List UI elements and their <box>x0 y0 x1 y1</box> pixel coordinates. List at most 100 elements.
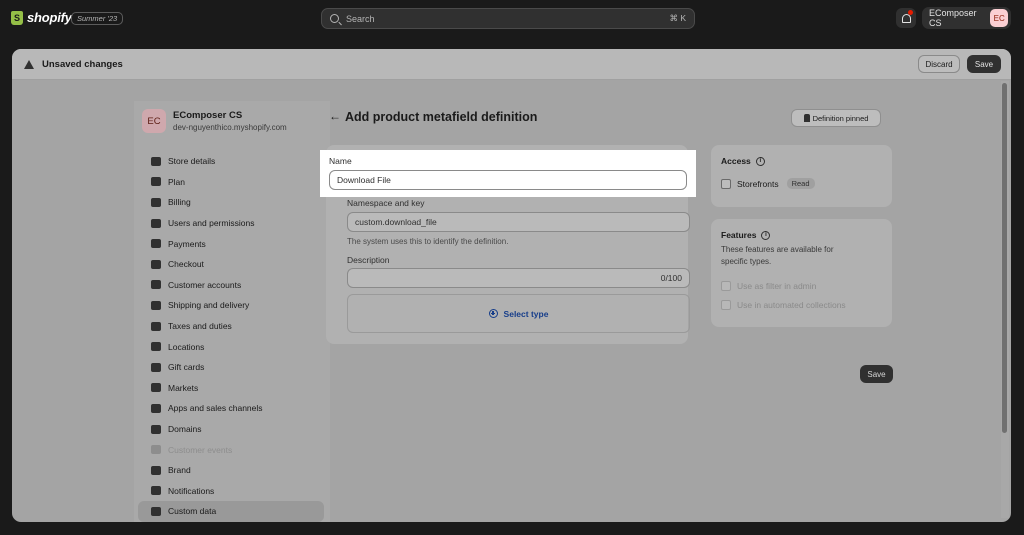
search-input[interactable]: Search ⌘ K <box>321 8 695 29</box>
name-label: Name <box>329 156 352 166</box>
sidebar-item-markets[interactable]: Markets <box>138 378 324 399</box>
access-card: Access i Storefronts Read <box>711 145 892 207</box>
sidebar-item-label: Taxes and duties <box>168 321 232 332</box>
read-badge: Read <box>786 178 815 189</box>
sidebar-item-apps-and-sales-channels[interactable]: Apps and sales channels <box>138 398 324 419</box>
pin-icon <box>803 114 810 122</box>
location-icon <box>151 342 161 352</box>
sidebar-item-label: Payments <box>168 238 206 249</box>
top-bar: S shopify Summer '23 Search ⌘ K ECompose… <box>0 0 1024 36</box>
automated-collections-checkbox[interactable] <box>721 300 731 310</box>
sidebar-item-billing[interactable]: Billing <box>138 192 324 213</box>
save-button-bottom[interactable]: Save <box>860 365 893 383</box>
namespace-label: Namespace and key <box>347 198 425 208</box>
store-avatar: EC <box>142 109 166 133</box>
globe-icon <box>151 424 161 434</box>
sidebar-item-gift-cards[interactable]: Gift cards <box>138 357 324 378</box>
bell-icon <box>151 486 161 496</box>
brand-icon <box>151 465 161 475</box>
page-title: Add product metafield definition <box>345 110 538 124</box>
definition-pinned-button[interactable]: Definition pinned <box>791 109 881 127</box>
access-title: Access <box>721 156 751 166</box>
truck-icon <box>151 300 161 310</box>
store-icon <box>151 156 161 166</box>
search-shortcut: ⌘ K <box>669 13 686 23</box>
plus-circle-icon <box>488 309 498 318</box>
shopify-bag-icon: S <box>11 10 23 25</box>
sidebar-item-label: Billing <box>168 197 191 208</box>
warning-icon <box>24 59 34 69</box>
select-type-label: Select type <box>503 308 549 319</box>
namespace-input[interactable]: custom.download_file <box>347 212 690 232</box>
sidebar-item-label: Checkout <box>168 259 204 270</box>
globe-icon <box>151 383 161 393</box>
description-input[interactable]: 0/100 <box>347 268 690 288</box>
logo-text: shopify <box>27 10 72 25</box>
back-arrow-icon[interactable]: ← <box>329 109 341 123</box>
sidebar-item-shipping-and-delivery[interactable]: Shipping and delivery <box>138 295 324 316</box>
sidebar-item-label: Users and permissions <box>168 218 255 229</box>
plan-icon <box>151 177 161 187</box>
info-icon[interactable]: i <box>755 156 765 166</box>
sidebar-item-label: Domains <box>168 424 202 435</box>
sidebar-item-plan[interactable]: Plan <box>138 172 324 193</box>
shopify-logo[interactable]: S shopify <box>11 10 72 25</box>
cart-icon <box>151 259 161 269</box>
scrollbar[interactable] <box>1001 81 1009 518</box>
description-label: Description <box>347 255 390 265</box>
filter-in-admin-label: Use as filter in admin <box>737 281 817 291</box>
save-button[interactable]: Save <box>967 55 1001 73</box>
sidebar-item-label: Notifications <box>168 485 215 496</box>
info-icon[interactable]: i <box>761 230 771 240</box>
sidebar-item-customer-accounts[interactable]: Customer accounts <box>138 275 324 296</box>
sidebar-item-label: Shipping and delivery <box>168 300 250 311</box>
unsaved-title: Unsaved changes <box>42 58 123 70</box>
description-counter: 0/100 <box>660 273 682 283</box>
sidebar-item-store-details[interactable]: Store details <box>138 151 324 172</box>
sidebar-item-label: Locations <box>168 341 205 352</box>
search-icon <box>330 14 339 23</box>
name-field-group: Name Download File <box>320 150 696 197</box>
sidebar-item-label: Store details <box>168 156 216 167</box>
sidebar-item-taxes-and-duties[interactable]: Taxes and duties <box>138 316 324 337</box>
sidebar-item-label: Custom data <box>168 506 217 517</box>
store-name: EComposer CS <box>173 110 243 121</box>
apps-icon <box>151 403 161 413</box>
sidebar-item-label: Brand <box>168 465 191 476</box>
account-menu-button[interactable]: EComposer CS EC <box>922 7 1011 29</box>
scrollbar-thumb[interactable] <box>1002 83 1007 433</box>
sidebar-item-custom-data[interactable]: Custom data <box>138 501 324 522</box>
account-name: EComposer CS <box>929 8 977 28</box>
features-description: These features are available for specifi… <box>721 245 834 266</box>
sidebar-item-customer-events: Customer events <box>138 439 324 460</box>
discard-button[interactable]: Discard <box>918 55 960 73</box>
person-icon <box>151 280 161 290</box>
sidebar-item-notifications[interactable]: Notifications <box>138 481 324 502</box>
database-icon <box>151 506 161 516</box>
name-input[interactable]: Download File <box>329 170 687 190</box>
storefronts-label: Storefronts <box>737 178 779 189</box>
sidebar-item-label: Gift cards <box>168 362 205 373</box>
sidebar-item-locations[interactable]: Locations <box>138 336 324 357</box>
sidebar-item-payments[interactable]: Payments <box>138 233 324 254</box>
sidebar-item-label: Markets <box>168 382 199 393</box>
settings-modal: Unsaved changes Discard Save EC ECompose… <box>12 49 1011 522</box>
namespace-help-text: The system uses this to identify the def… <box>347 237 509 246</box>
search-placeholder: Search <box>346 13 375 24</box>
store-domain: dev-nguyenthico.myshopify.com <box>173 123 287 132</box>
sidebar-item-checkout[interactable]: Checkout <box>138 254 324 275</box>
select-type-button[interactable]: Select type <box>347 294 690 333</box>
automated-collections-label: Use in automated collections <box>737 300 846 310</box>
sidebar-item-brand[interactable]: Brand <box>138 460 324 481</box>
billing-icon <box>151 197 161 207</box>
sidebar-item-users-and-permissions[interactable]: Users and permissions <box>138 213 324 234</box>
notifications-button[interactable] <box>896 8 916 28</box>
sidebar-item-label: Customer events <box>168 444 233 455</box>
store-header[interactable]: EC EComposer CS dev-nguyenthico.myshopif… <box>142 109 287 133</box>
filter-in-admin-checkbox[interactable] <box>721 281 731 291</box>
events-icon <box>151 445 161 455</box>
unsaved-changes-bar: Unsaved changes Discard Save <box>12 49 1011 80</box>
sidebar-item-domains[interactable]: Domains <box>138 419 324 440</box>
features-title: Features <box>721 230 757 240</box>
storefronts-checkbox[interactable] <box>721 178 731 189</box>
